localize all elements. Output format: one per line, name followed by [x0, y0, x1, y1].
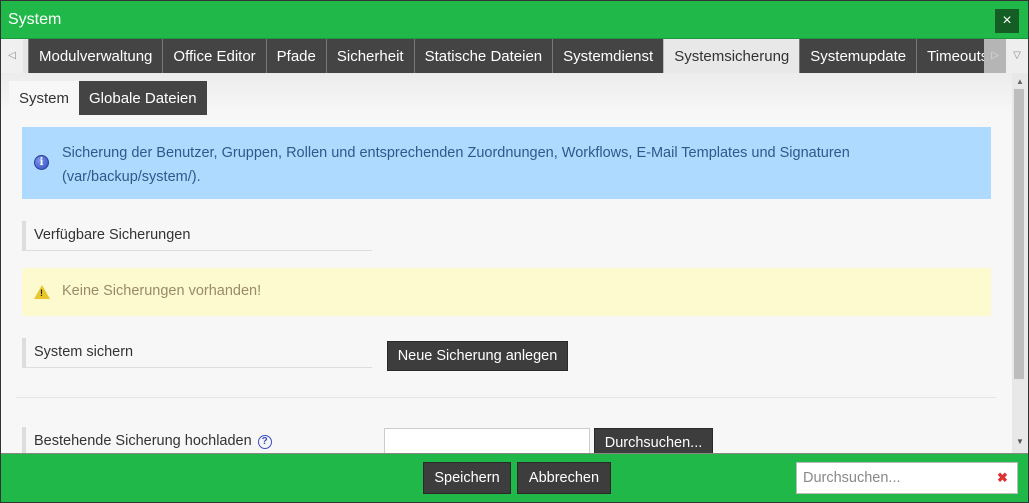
system-dialog: System × ◁ Modulverwaltung Office Editor…	[0, 0, 1029, 503]
tab-modulverwaltung[interactable]: Modulverwaltung	[28, 39, 163, 73]
window-title: System	[8, 11, 62, 28]
available-backups-label: Verfügbare Sicherungen	[22, 221, 372, 251]
search-input[interactable]	[797, 463, 987, 493]
clear-search-icon[interactable]: ✖	[997, 470, 1008, 486]
subtabs: System Globale Dateien	[9, 81, 207, 115]
cancel-button[interactable]: Abbrechen	[517, 462, 611, 494]
chevron-down-icon: ▽	[1013, 50, 1021, 61]
close-icon: ×	[1002, 12, 1012, 29]
titlebar: System ×	[1, 1, 1028, 39]
info-icon: i	[34, 155, 49, 170]
tab-sicherheit[interactable]: Sicherheit	[325, 39, 414, 73]
close-button[interactable]: ×	[995, 9, 1019, 33]
search-box: ✖	[796, 462, 1018, 494]
backup-system-label: System sichern	[22, 338, 372, 368]
divider	[16, 397, 996, 398]
upload-backup-label: Bestehende Sicherung hochladen?	[22, 427, 372, 453]
tab-systemupdate[interactable]: Systemupdate	[799, 39, 917, 73]
subtab-globale-dateien[interactable]: Globale Dateien	[79, 81, 207, 115]
tab-bar: ◁ Modulverwaltung Office Editor Pfade Si…	[1, 39, 1028, 73]
subtab-system[interactable]: System	[9, 81, 80, 115]
arrow-left-icon: ◁	[8, 50, 16, 61]
scroll-down-icon[interactable]: ▼	[1012, 437, 1028, 447]
tab-systemdienst[interactable]: Systemdienst	[552, 39, 664, 73]
tab-office-editor[interactable]: Office Editor	[162, 39, 266, 73]
tab-statische-dateien[interactable]: Statische Dateien	[413, 39, 553, 73]
warning-text: Keine Sicherungen vorhanden!	[62, 283, 262, 299]
backup-file-input[interactable]	[384, 428, 590, 453]
tab-systemsicherung[interactable]: Systemsicherung	[663, 39, 800, 73]
info-box: i Sicherung der Benutzer, Gruppen, Rolle…	[22, 127, 991, 199]
upload-backup-label-text: Bestehende Sicherung hochladen	[34, 433, 252, 449]
tab-pfade[interactable]: Pfade	[265, 39, 326, 73]
info-text-line2: (var/backup/system/).	[62, 169, 201, 185]
scroll-thumb[interactable]	[1014, 89, 1024, 379]
tab-scroll-left-button[interactable]: ◁	[1, 39, 23, 73]
content-panel: System Globale Dateien i Sicherung der B…	[1, 73, 1012, 453]
save-button[interactable]: Speichern	[423, 462, 511, 494]
scroll-up-icon[interactable]: ▲	[1012, 77, 1028, 87]
browse-button[interactable]: Durchsuchen...	[594, 428, 713, 453]
help-icon[interactable]: ?	[257, 435, 272, 449]
tab-menu-button[interactable]: ▽	[1006, 39, 1028, 73]
tabs: Modulverwaltung Office Editor Pfade Sich…	[28, 39, 999, 73]
vertical-scrollbar[interactable]: ▲ ▼	[1012, 73, 1028, 453]
warning-box: ! Keine Sicherungen vorhanden!	[22, 268, 991, 316]
arrow-right-icon: ▷	[991, 50, 999, 61]
tab-scroll-right-button[interactable]: ▷	[984, 39, 1006, 73]
info-text-line1: Sicherung der Benutzer, Gruppen, Rollen …	[62, 145, 850, 161]
info-text: Sicherung der Benutzer, Gruppen, Rollen …	[62, 141, 962, 189]
warning-icon: !	[34, 285, 50, 299]
new-backup-button[interactable]: Neue Sicherung anlegen	[387, 341, 568, 371]
footer-bar: Speichern Abbrechen ✖	[1, 453, 1028, 502]
